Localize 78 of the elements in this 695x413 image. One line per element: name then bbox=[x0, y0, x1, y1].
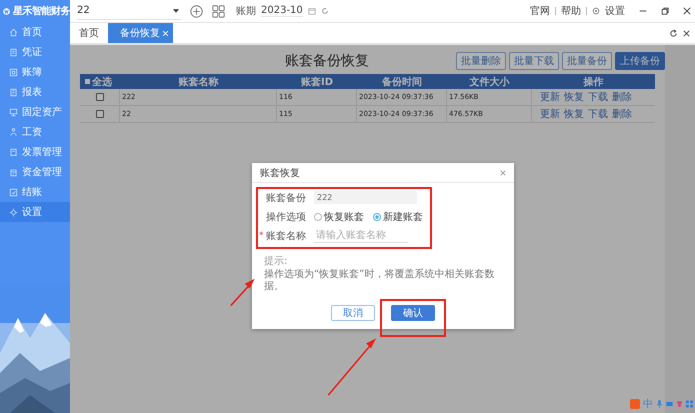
dialog-title: 账套恢复 bbox=[260, 166, 300, 180]
menu-icon bbox=[9, 188, 18, 196]
column-header: 文件大小 bbox=[468, 76, 510, 88]
radio-label[interactable]: 新建账套 bbox=[383, 210, 423, 224]
calendar-icon[interactable] bbox=[308, 7, 316, 15]
input-method-icon[interactable] bbox=[630, 399, 640, 409]
input-field[interactable]: 请输入账套名称 bbox=[314, 228, 408, 242]
sidebar-item[interactable]: 工资 bbox=[0, 122, 70, 142]
required-mark: * bbox=[259, 230, 264, 240]
caret-icon bbox=[173, 8, 179, 12]
row-checkbox[interactable] bbox=[96, 110, 104, 118]
action-link[interactable]: 更新 bbox=[540, 90, 560, 104]
sidebar-item[interactable]: 设置 bbox=[0, 202, 70, 222]
highlight-frame bbox=[380, 299, 446, 337]
action-link[interactable]: 恢复 bbox=[564, 107, 584, 121]
period-field[interactable]: 2023-10 bbox=[261, 5, 303, 17]
radio-button[interactable] bbox=[373, 212, 381, 220]
confirm-button[interactable]: 确认 bbox=[391, 305, 435, 321]
restore-icon[interactable] bbox=[661, 7, 669, 15]
action-link[interactable]: 更新 bbox=[540, 107, 560, 121]
tab[interactable]: 备份恢复 bbox=[108, 23, 173, 43]
page-title: 账套备份恢复 bbox=[285, 52, 369, 70]
sidebar-item[interactable]: 凭证 bbox=[0, 42, 70, 62]
row-checkbox[interactable] bbox=[96, 93, 104, 101]
tab[interactable]: 首页 bbox=[70, 23, 108, 43]
menu-icon bbox=[9, 48, 18, 56]
grid-icon[interactable] bbox=[212, 4, 225, 18]
field-label: 账套名称 bbox=[266, 230, 307, 242]
menu-icon bbox=[9, 128, 18, 136]
menu-icon bbox=[9, 68, 18, 76]
column-header[interactable]: 全选 bbox=[80, 74, 120, 88]
hint-text: 操作选项为“恢复账套”时，将覆盖系统中相关账套数据。 bbox=[264, 269, 496, 293]
sidebar-item[interactable]: 发票管理 bbox=[0, 142, 70, 162]
field-label: 账套备份 bbox=[266, 192, 307, 204]
sidebar-item[interactable]: 结账 bbox=[0, 182, 70, 202]
radio-label[interactable]: 恢复账套 bbox=[324, 210, 364, 224]
column-header: 备份时间 bbox=[381, 76, 423, 88]
radio-button[interactable] bbox=[314, 212, 322, 220]
annotation-arrow bbox=[230, 278, 255, 306]
menu-icon bbox=[9, 88, 18, 96]
menu-icon bbox=[9, 148, 18, 156]
refresh-icon[interactable] bbox=[669, 28, 678, 38]
action-link[interactable]: 下载 bbox=[588, 90, 608, 104]
top-link[interactable]: 帮助 bbox=[561, 4, 581, 18]
settings-icon[interactable] bbox=[592, 7, 600, 15]
input-field[interactable]: 222 bbox=[314, 191, 417, 204]
sidebar-item[interactable]: 固定资产 bbox=[0, 102, 70, 122]
action-link[interactable]: 删除 bbox=[612, 90, 632, 104]
menu-icon bbox=[9, 28, 18, 36]
column-header: 账套名称 bbox=[178, 76, 220, 88]
column-header: 账套ID bbox=[300, 76, 334, 88]
top-link[interactable]: 官网 bbox=[530, 4, 550, 18]
top-link[interactable]: 设置 bbox=[605, 4, 625, 18]
column-header: 操作 bbox=[582, 76, 604, 88]
sidebar-item[interactable]: 首页 bbox=[0, 22, 70, 42]
menu-icon bbox=[9, 208, 18, 216]
annotation-arrow bbox=[328, 338, 376, 396]
sidebar-item[interactable]: 资金管理 bbox=[0, 162, 70, 182]
cancel-button[interactable]: 取消 bbox=[331, 305, 375, 321]
field-label: 操作选项 bbox=[266, 210, 307, 224]
menu-icon bbox=[9, 168, 18, 176]
logo-text: 星禾智能财务 bbox=[13, 4, 70, 18]
toolbar-button[interactable]: 批量备份 bbox=[562, 52, 612, 70]
account-select[interactable]: 22 bbox=[77, 2, 181, 20]
close-icon[interactable] bbox=[683, 7, 691, 15]
toolbar-button[interactable]: 上传备份 bbox=[615, 52, 665, 70]
sidebar-item[interactable]: 报表 bbox=[0, 82, 70, 102]
toolbar-button[interactable]: 批量删除 bbox=[456, 52, 506, 70]
close-icon[interactable] bbox=[682, 28, 691, 38]
action-link[interactable]: 删除 bbox=[612, 107, 632, 121]
menu-icon bbox=[9, 108, 18, 116]
toolbar-button[interactable]: 批量下载 bbox=[509, 52, 559, 70]
hint-title: 提示: bbox=[264, 255, 288, 268]
action-link[interactable]: 下载 bbox=[588, 107, 608, 121]
action-link[interactable]: 恢复 bbox=[564, 90, 584, 104]
period-label: 账期 bbox=[236, 4, 256, 18]
add-icon[interactable] bbox=[190, 4, 203, 18]
sidebar-item[interactable]: 账簿 bbox=[0, 62, 70, 82]
